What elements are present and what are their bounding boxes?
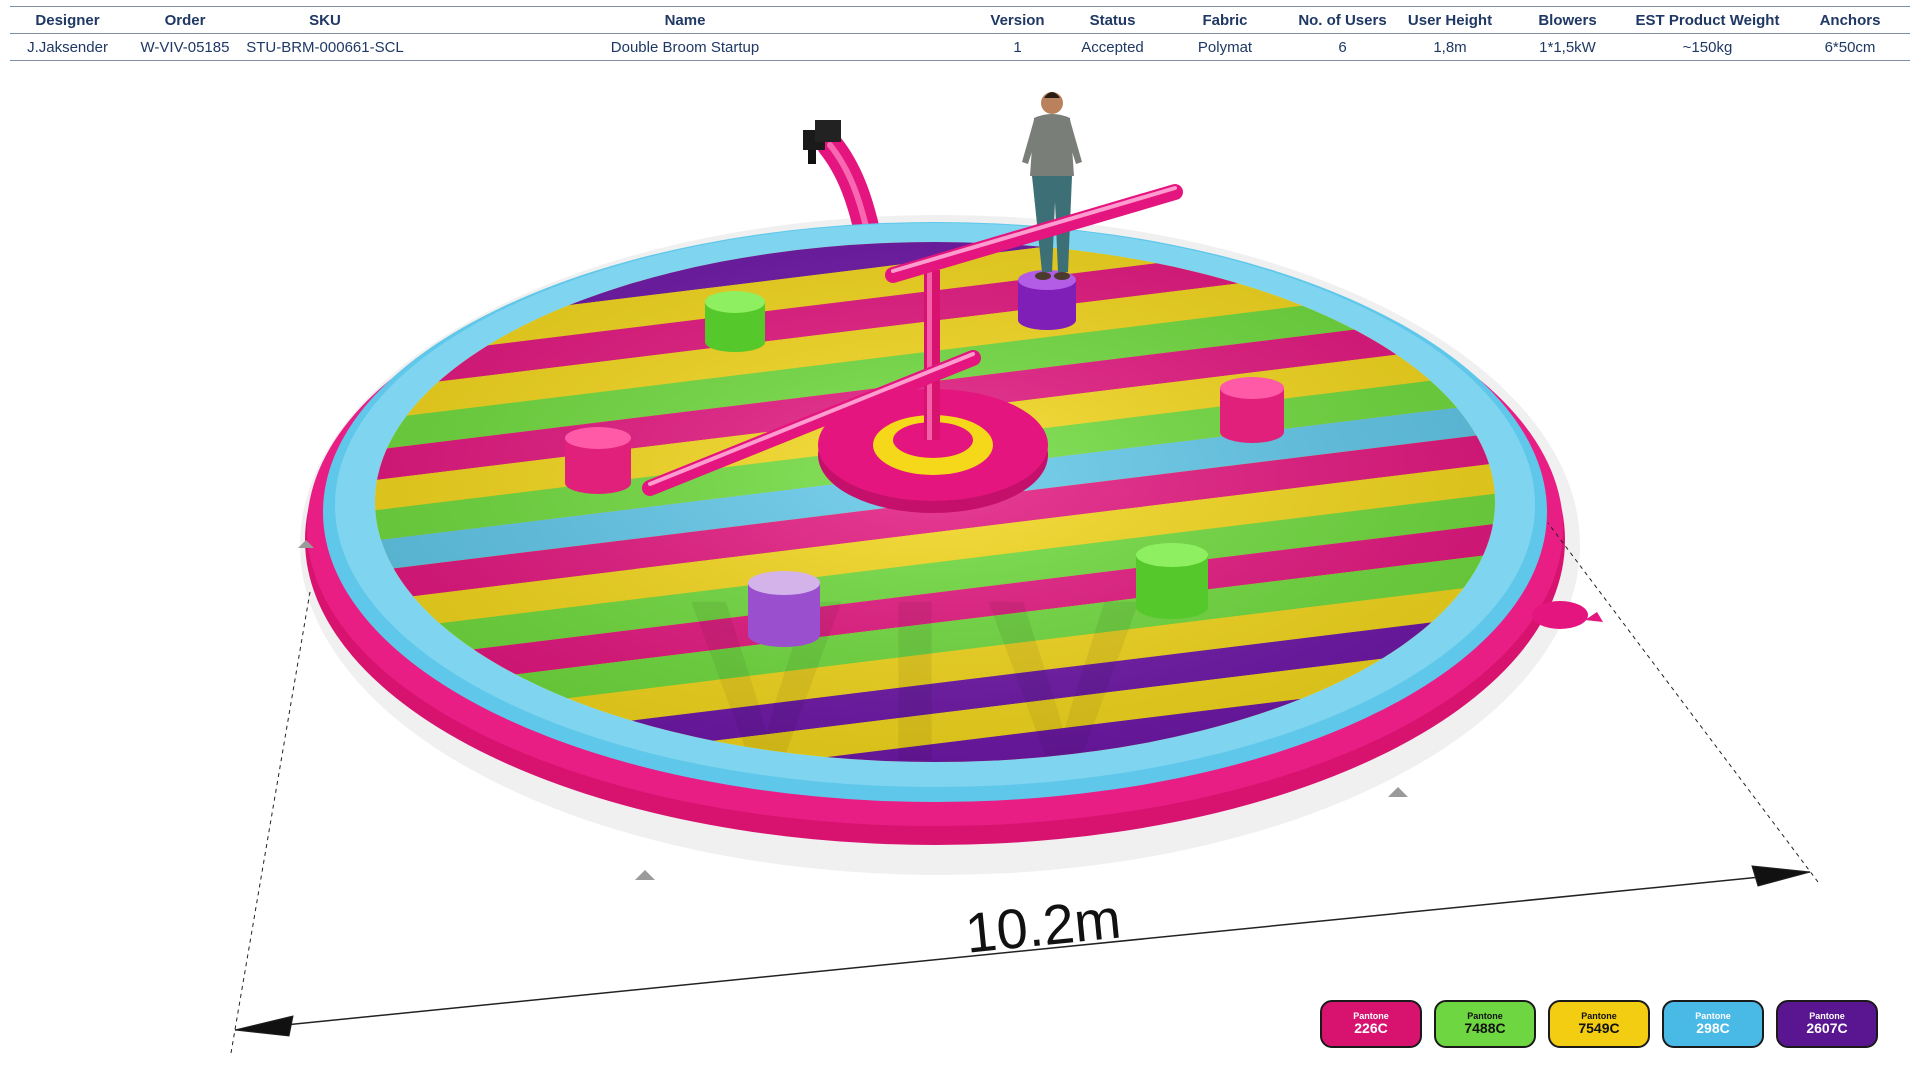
cell-order: W-VIV-05185 xyxy=(125,33,245,61)
header-anchors: Anchors xyxy=(1790,6,1910,34)
cell-fabric: Polymat xyxy=(1155,33,1295,61)
pod-pink-right xyxy=(1220,377,1284,443)
header-designer: Designer xyxy=(10,6,125,34)
swatch-code: 298C xyxy=(1696,1020,1730,1037)
header-weight: EST Product Weight xyxy=(1625,6,1790,34)
spec-header-row: Designer Order SKU Name Version Status F… xyxy=(10,6,1910,34)
header-sku: SKU xyxy=(245,6,405,34)
swatch-pink: Pantone 226C xyxy=(1320,1000,1422,1048)
swatch-yellow: Pantone 7549C xyxy=(1548,1000,1650,1048)
swatch-code: 7549C xyxy=(1578,1020,1620,1037)
cell-designer: J.Jaksender xyxy=(10,33,125,61)
header-status: Status xyxy=(1070,6,1155,34)
header-version: Version xyxy=(965,6,1070,34)
color-swatches: Pantone 226C Pantone 7488C Pantone 7549C… xyxy=(1320,1000,1878,1048)
header-fabric: Fabric xyxy=(1155,6,1295,34)
swatch-purple: Pantone 2607C xyxy=(1776,1000,1878,1048)
cell-anchors: 6*50cm xyxy=(1790,33,1910,61)
swatch-green: Pantone 7488C xyxy=(1434,1000,1536,1048)
header-name: Name xyxy=(405,6,965,34)
pod-green-front xyxy=(1136,543,1208,619)
cell-version: 1 xyxy=(965,33,1070,61)
product-render: VIV 10.2m xyxy=(230,92,1819,1054)
cell-user-height: 1,8m xyxy=(1390,33,1510,61)
swatch-blue: Pantone 298C xyxy=(1662,1000,1764,1048)
swatch-code: 2607C xyxy=(1806,1020,1848,1037)
cell-blowers: 1*1,5kW xyxy=(1510,33,1625,61)
header-blowers: Blowers xyxy=(1510,6,1625,34)
cell-users: 6 xyxy=(1295,33,1390,61)
cell-name: Double Broom Startup xyxy=(405,33,965,61)
swatch-code: 226C xyxy=(1354,1020,1388,1037)
inflation-valve xyxy=(1532,601,1603,629)
cell-sku: STU-BRM-000661-SCL xyxy=(245,33,405,61)
spec-data-row: J.Jaksender W-VIV-05185 STU-BRM-000661-S… xyxy=(10,33,1910,61)
cell-weight: ~150kg xyxy=(1625,33,1790,61)
header-user-height: User Height xyxy=(1390,6,1510,34)
dimension-label: 10.2m xyxy=(962,887,1123,965)
spec-table: Designer Order SKU Name Version Status F… xyxy=(10,6,1910,61)
pod-green-back xyxy=(705,291,765,352)
pod-pink-left xyxy=(565,427,631,494)
header-users: No. of Users xyxy=(1295,6,1390,34)
header-order: Order xyxy=(125,6,245,34)
swatch-code: 7488C xyxy=(1464,1020,1506,1037)
pod-purple-front xyxy=(748,571,820,647)
cell-status: Accepted xyxy=(1070,33,1155,61)
